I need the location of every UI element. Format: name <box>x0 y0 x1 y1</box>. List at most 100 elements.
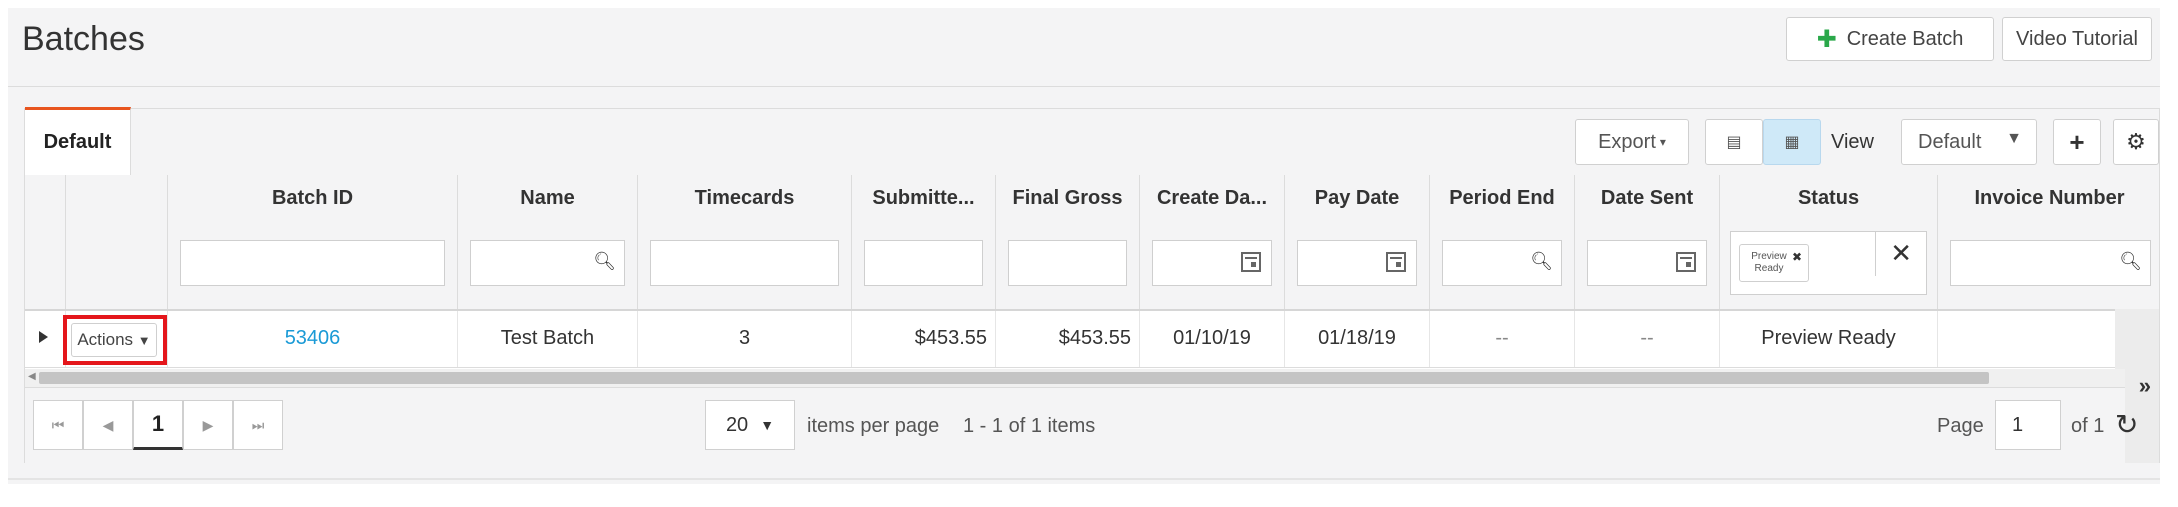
horizontal-scrollbar[interactable]: ◀ <box>25 369 2125 387</box>
date-sent-filter[interactable] <box>1587 240 1707 286</box>
calendar-icon[interactable] <box>1676 252 1696 272</box>
period-end-filter[interactable]: 🔍︎ <box>1442 240 1562 286</box>
clear-icon[interactable]: ✕ <box>1890 238 1912 269</box>
view-select[interactable]: Default ▼ <box>1901 119 2037 165</box>
caret-down-icon: ▼ <box>760 417 775 433</box>
remove-chip-icon[interactable]: ✖ <box>1792 250 1802 264</box>
name-cell: Test Batch <box>457 311 637 367</box>
column-final-gross: Final Gross <box>995 175 1139 309</box>
column-timecards: Timecards <box>637 175 851 309</box>
page-size-value: 20 <box>725 413 749 436</box>
column-title[interactable]: Batch ID <box>168 187 457 210</box>
column-pay-date: Pay Date <box>1284 175 1429 309</box>
final-gross-cell: $453.55 <box>995 311 1139 367</box>
period-end-cell: -- <box>1429 311 1574 367</box>
column-title[interactable]: Status <box>1720 187 1937 210</box>
expand-icon[interactable]: » <box>2139 373 2151 399</box>
next-page-button[interactable]: ▶ <box>183 400 233 450</box>
items-per-page-label: items per page <box>807 415 940 437</box>
search-icon[interactable]: 🔍︎ <box>593 251 616 272</box>
calendar-icon[interactable] <box>1241 252 1261 272</box>
plus-icon: + <box>2069 126 2085 157</box>
final-gross-filter[interactable] <box>1008 240 1127 286</box>
chip-label: Preview Ready <box>1751 251 1787 274</box>
view-select-value: Default <box>1918 130 1982 153</box>
scroll-left-icon[interactable]: ◀ <box>28 371 36 382</box>
timecards-filter[interactable] <box>650 240 839 286</box>
scrollbar-thumb[interactable] <box>39 372 1989 384</box>
last-page-button[interactable]: ⏭ <box>233 400 283 450</box>
column-submitted: Submitte... <box>851 175 995 309</box>
export-label: Export <box>1598 130 1656 153</box>
table-row: Actions ▼ 53406 Test Batch 3 $453.55 $45… <box>25 311 2159 368</box>
grid-icon: ▦ <box>1784 134 1800 151</box>
submitted-filter[interactable] <box>864 240 983 286</box>
calendar-icon[interactable] <box>1386 252 1406 272</box>
name-filter[interactable]: 🔍︎ <box>470 240 625 286</box>
expand-row-icon[interactable] <box>39 331 48 343</box>
items-range: 1 - 1 of 1 items <box>963 415 1096 437</box>
page-input[interactable]: 1 <box>1995 400 2061 450</box>
column-title[interactable]: Period End <box>1430 187 1574 210</box>
page-size-select[interactable]: 20 ▼ <box>705 400 795 450</box>
first-page-icon: ⏮ <box>51 416 65 433</box>
gear-icon: ⚙ <box>2126 129 2146 154</box>
invoice-number-filter[interactable]: 🔍︎ <box>1950 240 2151 286</box>
last-page-icon: ⏭ <box>251 416 265 433</box>
column-period-end: Period End 🔍︎ <box>1429 175 1574 309</box>
status-cell: Preview Ready <box>1719 311 1937 367</box>
column-status: Status Preview Ready ✖ ✕ <box>1719 175 1937 309</box>
search-icon[interactable]: 🔍︎ <box>1530 251 1553 272</box>
column-invoice-number: Invoice Number 🔍︎ <box>1937 175 2161 309</box>
column-title[interactable]: Submitte... <box>852 187 995 210</box>
batch-id-link[interactable]: 53406 <box>167 311 457 367</box>
current-page[interactable]: 1 <box>133 400 183 450</box>
status-filter-chip: Preview Ready ✖ <box>1739 244 1809 282</box>
prev-page-icon: ◀ <box>102 416 114 433</box>
caret-down-icon: ▾ <box>1659 135 1666 149</box>
search-icon[interactable]: 🔍︎ <box>2119 251 2142 272</box>
column-title[interactable]: Timecards <box>638 187 851 210</box>
grid-view-button[interactable]: ▦ <box>1763 119 1821 165</box>
create-batch-button[interactable]: ✚ Create Batch <box>1786 17 1994 61</box>
column-name: Name 🔍︎ <box>457 175 637 309</box>
refresh-icon[interactable]: ↻ <box>2115 408 2138 441</box>
next-page-icon: ▶ <box>202 416 214 433</box>
page-label: Page <box>1937 415 1984 437</box>
settings-button[interactable]: ⚙ <box>2113 119 2159 165</box>
page: Batches ✚ Create Batch Video Tutorial De… <box>8 8 2160 484</box>
submitted-cell: $453.55 <box>851 311 995 367</box>
row-expander[interactable] <box>25 311 65 367</box>
create-date-filter[interactable] <box>1152 240 1272 286</box>
tab-default[interactable]: Default <box>25 107 131 175</box>
list-view-button[interactable]: ▤ <box>1705 119 1763 165</box>
create-date-cell: 01/10/19 <box>1139 311 1284 367</box>
column-title[interactable]: Name <box>458 187 637 210</box>
grid-header: Batch ID Name 🔍︎ Timecards Submitte... F… <box>25 175 2159 311</box>
prev-page-button[interactable]: ◀ <box>83 400 133 450</box>
column-title[interactable]: Pay Date <box>1285 187 1429 210</box>
column-title[interactable]: Create Da... <box>1140 187 1284 210</box>
first-page-button[interactable]: ⏮ <box>33 400 83 450</box>
export-button[interactable]: Export ▾ <box>1575 119 1689 165</box>
plus-icon: ✚ <box>1816 25 1837 53</box>
status-filter[interactable]: Preview Ready ✖ ✕ <box>1730 231 1927 295</box>
pagination-bar: ⏮ ◀ 1 ▶ ⏭ 20 ▼ items per page 1 - 1 of 1… <box>25 387 2138 464</box>
invoice-number-cell <box>1937 311 2117 367</box>
page-title: Batches <box>22 20 145 58</box>
divider <box>8 478 2160 480</box>
date-sent-cell: -- <box>1574 311 1719 367</box>
divider <box>1875 232 1876 276</box>
column-title[interactable]: Final Gross <box>996 187 1139 210</box>
column-title[interactable]: Invoice Number <box>1938 187 2161 210</box>
actions-column <box>65 175 167 309</box>
column-batch-id: Batch ID <box>167 175 457 309</box>
pay-date-filter[interactable] <box>1297 240 1417 286</box>
video-tutorial-button[interactable]: Video Tutorial <box>2002 17 2152 61</box>
batch-id-filter[interactable] <box>180 240 445 286</box>
add-view-button[interactable]: + <box>2053 119 2101 165</box>
column-date-sent: Date Sent <box>1574 175 1719 309</box>
column-title[interactable]: Date Sent <box>1575 187 1719 210</box>
view-label: View <box>1831 131 1874 153</box>
highlight-box <box>63 315 167 365</box>
